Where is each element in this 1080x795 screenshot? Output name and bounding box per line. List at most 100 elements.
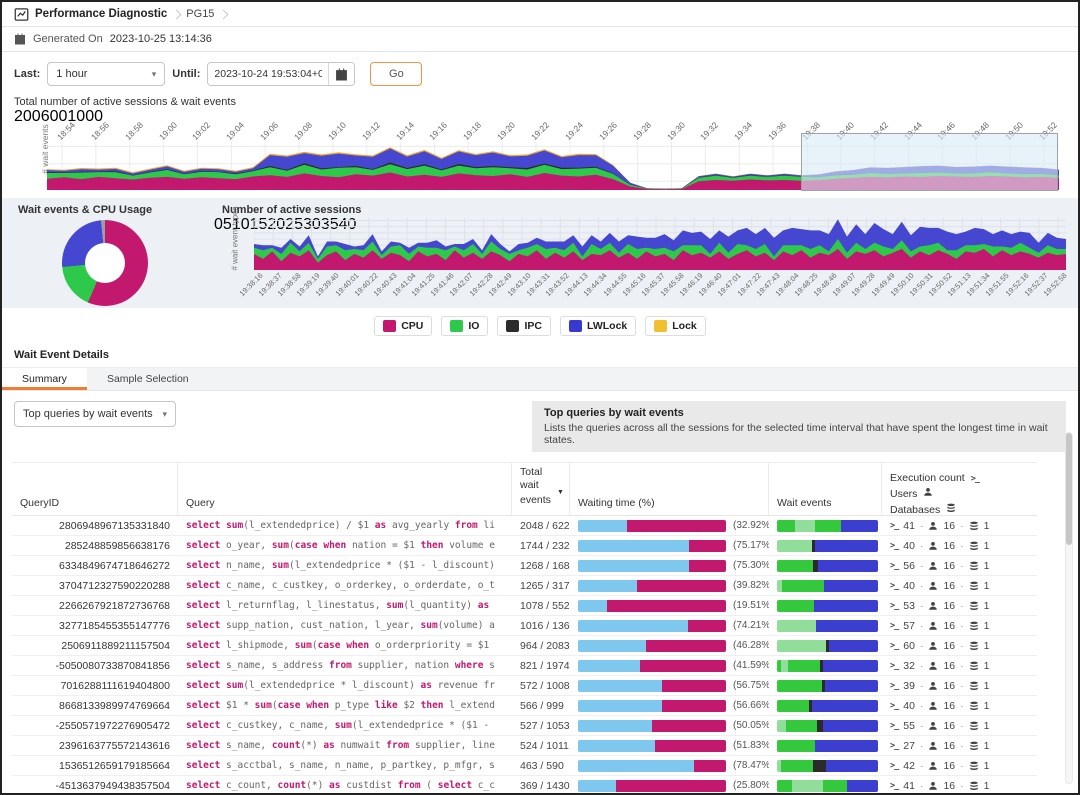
table-row[interactable]: -2550571972276905472select c_custkey, c_… [12, 716, 1037, 736]
table-row[interactable]: 8668133989974769664select $1 * sum(case … [12, 696, 1037, 716]
user-icon [928, 741, 938, 751]
legend-item-ipc[interactable]: IPC [497, 316, 551, 336]
user-icon [928, 701, 938, 711]
scrollbar-thumb[interactable] [1066, 433, 1072, 545]
waiting-time-pct: (56.75%) [733, 680, 769, 691]
x-tick-label: 18:54 [55, 120, 77, 142]
cell-wait-events [769, 580, 882, 592]
overview-chart: # wait events 2006001000 18:5418:5618:58… [14, 108, 1066, 194]
sessions-plot-area[interactable] [254, 218, 1066, 270]
terminal-icon: >_ [971, 473, 979, 486]
database-icon [969, 561, 979, 571]
table-row[interactable]: 3277185455355147776select supp_nation, c… [12, 616, 1037, 636]
waiting-time-pct: (32.92%) [733, 520, 769, 531]
x-tick-label: 19:34 [732, 120, 754, 142]
y-tick-label: 200 [14, 108, 41, 125]
cell-queryid: 2266267921872736768 [12, 600, 178, 612]
x-tick-label: 19:10 [326, 120, 348, 142]
table-row[interactable]: 2396163775572143616select s_name, count(… [12, 736, 1037, 756]
table-row[interactable]: 285248859856638176select o_year, sum(cas… [12, 536, 1037, 556]
terminal-icon: >_ [890, 761, 898, 771]
cell-total-wait-events: 524 / 1011 [512, 740, 570, 752]
cell-wait-events [769, 680, 882, 692]
generated-timestamp: 2023-10-25 13:14:36 [110, 33, 212, 45]
cell-query: select l_shipmode, sum(case when o_order… [178, 640, 512, 651]
table-row[interactable]: 1536512659179185664select s_acctbal, s_n… [12, 756, 1037, 776]
cell-query: select sum(l_extendedprice) / $1 as avg_… [178, 520, 512, 531]
x-tick-label: 19:22 [529, 120, 551, 142]
database-icon [969, 681, 979, 691]
terminal-icon: >_ [890, 581, 898, 591]
table-row[interactable]: -5050080733870841856select s_name, s_add… [12, 656, 1037, 676]
x-tick-label: 18:56 [89, 120, 111, 142]
waiting-time-bar [578, 560, 726, 572]
tab-summary[interactable]: Summary [2, 368, 87, 390]
last-label: Last: [14, 68, 40, 80]
legend-item-lock[interactable]: Lock [645, 316, 706, 336]
legend-item-cpu[interactable]: CPU [374, 316, 432, 336]
x-tick-label: 19:08 [292, 120, 314, 142]
col-header-waiting-time[interactable]: Waiting time (%) [570, 463, 769, 515]
table-row[interactable]: 3704712327590220288select c_name, c_cust… [12, 576, 1037, 596]
cell-total-wait-events: 463 / 590 [512, 760, 570, 772]
go-button[interactable]: Go [370, 62, 422, 86]
waiting-time-bar [578, 520, 726, 532]
waiting-time-bar [578, 620, 726, 632]
breadcrumb-server[interactable]: PG15 [186, 8, 214, 20]
col-header-exec-users-dbs[interactable]: Execution count>_ Users Databases [882, 463, 1037, 515]
query-type-dropdown[interactable]: Top queries by wait events ▾ [14, 401, 176, 427]
donut-hole [85, 243, 125, 283]
cell-waiting-time: (78.47%) [570, 760, 769, 772]
table-row[interactable]: 2266267921872736768select l_returnflag, … [12, 596, 1037, 616]
cell-wait-events [769, 520, 882, 532]
overview-plot-area[interactable] [47, 142, 1059, 190]
calendar-button[interactable] [328, 63, 354, 85]
user-icon [928, 521, 938, 531]
database-icon [969, 721, 979, 731]
calendar-icon [14, 33, 26, 45]
cell-queryid: 2506911889211157504 [12, 640, 178, 652]
cell-waiting-time: (32.92%) [570, 520, 769, 532]
cell-queryid: 2806948967135331840 [12, 520, 178, 532]
cell-queryid: 3277185455355147776 [12, 620, 178, 632]
terminal-icon: >_ [890, 561, 898, 571]
breadcrumb: Performance Diagnostic PG15 [2, 2, 1078, 27]
waiting-time-bar [578, 700, 726, 712]
col-header-wait-events[interactable]: Wait events [769, 463, 882, 515]
user-icon [928, 681, 938, 691]
x-tick-label: 19:14 [394, 120, 416, 142]
y-tick-label: 0 [214, 216, 223, 233]
wait-event-legend: CPU IO IPC LWLock Lock [2, 308, 1078, 342]
table-row[interactable]: 6334849674718646272select n_name, sum(l_… [12, 556, 1037, 576]
cell-query: select sum(l_extendedprice * l_discount)… [178, 680, 512, 691]
until-input[interactable] [208, 63, 328, 85]
scrollbar[interactable] [1065, 432, 1073, 784]
cell-waiting-time: (39.82%) [570, 580, 769, 592]
x-tick-label: 19:00 [157, 120, 179, 142]
cell-wait-events [769, 720, 882, 732]
table-row[interactable]: 7016288111619404800select sum(l_extended… [12, 676, 1037, 696]
col-header-queryid[interactable]: QueryID [12, 463, 178, 515]
tab-sample-selection[interactable]: Sample Selection [87, 368, 209, 390]
table-row[interactable]: -4513637949438357504select c_count, coun… [12, 776, 1037, 795]
last-select[interactable]: 1 hour ▾ [47, 62, 165, 86]
table-row[interactable]: 2506911889211157504select l_shipmode, su… [12, 636, 1037, 656]
cell-wait-events [769, 740, 882, 752]
waiting-time-pct: (74.21%) [733, 620, 769, 631]
details-tabs: Summary Sample Selection [2, 368, 1078, 391]
cell-wait-events [769, 560, 882, 572]
cell-wait-events [769, 600, 882, 612]
cell-exec-users-dbs: >_ 41 · 16 · 1 [882, 520, 1037, 532]
col-header-query[interactable]: Query [178, 463, 512, 515]
cell-wait-events [769, 700, 882, 712]
cell-wait-events [769, 780, 882, 792]
legend-item-lwlock[interactable]: LWLock [560, 316, 636, 336]
time-selection-overlay[interactable] [801, 133, 1058, 191]
legend-item-io[interactable]: IO [441, 316, 488, 336]
table-row[interactable]: 2806948967135331840select sum(l_extended… [12, 516, 1037, 536]
col-header-total-wait-events[interactable]: Total wait events▼ [512, 463, 570, 515]
queries-table: QueryID Query Total wait events▼ Waiting… [12, 462, 1037, 795]
cell-total-wait-events: 369 / 1430 [512, 780, 570, 792]
terminal-icon: >_ [890, 721, 898, 731]
cell-query: select s_acctbal, s_name, n_name, p_part… [178, 760, 512, 771]
